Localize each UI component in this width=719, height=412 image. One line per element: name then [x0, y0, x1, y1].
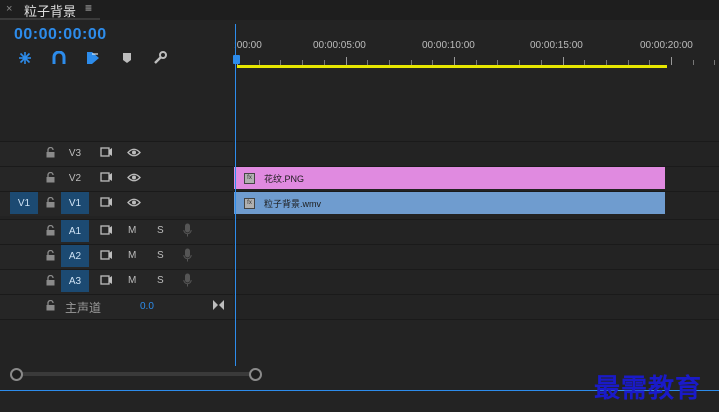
track-header-v3 [0, 141, 233, 166]
track-header-v2 [0, 166, 233, 191]
timeline-track-a1[interactable] [234, 219, 719, 244]
timeline-track-v3[interactable] [234, 141, 719, 166]
mute-button[interactable]: M [128, 250, 136, 261]
clip-pattern-png[interactable]: fx 花纹.PNG [234, 167, 665, 189]
timeline-track-a3[interactable] [234, 269, 719, 294]
sync-lock-icon[interactable] [100, 250, 113, 263]
lock-icon[interactable] [46, 274, 55, 289]
settings-wrench-icon[interactable] [152, 50, 168, 66]
marker-icon[interactable] [119, 50, 135, 66]
source-patch-v1[interactable]: V1 [10, 192, 38, 214]
solo-button[interactable]: S [157, 250, 164, 261]
ruler-tick [693, 60, 694, 65]
timeline-track-a2[interactable] [234, 244, 719, 269]
solo-button[interactable]: S [157, 275, 164, 286]
ruler-tick [563, 57, 564, 65]
tab-underline [0, 18, 100, 20]
ruler-tick [454, 57, 455, 65]
track-divider [0, 319, 719, 320]
close-icon[interactable]: × [6, 3, 12, 15]
add-marker-icon[interactable] [85, 50, 101, 66]
scrollbar-right-handle[interactable] [249, 368, 262, 381]
solo-button[interactable]: S [157, 225, 164, 236]
track-target-a2[interactable]: A2 [61, 245, 89, 267]
ruler-tick [346, 57, 347, 65]
fx-badge-icon: fx [244, 172, 255, 184]
playhead-timecode[interactable]: 00:00:00:00 [14, 26, 107, 44]
lock-icon[interactable] [46, 171, 55, 186]
lock-icon[interactable] [46, 146, 55, 161]
master-volume-value[interactable]: 0.0 [140, 301, 154, 312]
mute-button[interactable]: M [128, 275, 136, 286]
sync-lock-icon[interactable] [100, 225, 113, 238]
watermark-logo: 最需教育 [594, 374, 703, 404]
linked-selection-icon[interactable] [51, 50, 67, 66]
eye-icon[interactable] [127, 198, 141, 210]
ruler-label-10: 00:00:10:00 [422, 40, 475, 51]
playhead-line[interactable] [235, 24, 236, 366]
clip-name: 粒子背景.wmv [264, 198, 321, 209]
lock-icon[interactable] [46, 224, 55, 239]
eye-icon[interactable] [127, 148, 141, 160]
go-to-in-out-icon[interactable] [213, 297, 224, 315]
lock-icon[interactable] [46, 196, 55, 211]
sync-lock-icon[interactable] [100, 197, 113, 210]
lock-icon[interactable] [46, 299, 55, 314]
clip-name: 花纹.PNG [264, 173, 305, 184]
scrollbar-left-handle[interactable] [10, 368, 23, 381]
menu-icon[interactable]: ≡ [85, 1, 92, 15]
ruler-label-0: :00:00 [234, 40, 262, 51]
playhead-handle[interactable] [233, 55, 240, 64]
track-header-a3 [0, 269, 233, 294]
track-header-master [0, 294, 233, 319]
ruler-label-5: 00:00:05:00 [313, 40, 366, 51]
sync-lock-icon[interactable] [100, 275, 113, 288]
sync-lock-icon[interactable] [100, 147, 113, 160]
mute-button[interactable]: M [128, 225, 136, 236]
snap-icon[interactable] [17, 50, 33, 66]
sync-lock-icon[interactable] [100, 172, 113, 185]
track-header-a2 [0, 244, 233, 269]
fx-badge-icon: fx [244, 197, 255, 209]
ruler-tick [714, 60, 715, 65]
timeline-track-master[interactable] [234, 294, 719, 319]
microphone-icon[interactable] [183, 223, 192, 240]
horizontal-scrollbar[interactable] [14, 372, 254, 376]
clip-particle-bg-wmv[interactable]: fx 粒子背景.wmv [234, 192, 665, 214]
lock-icon[interactable] [46, 249, 55, 264]
microphone-icon[interactable] [183, 248, 192, 265]
track-target-v3[interactable]: V3 [61, 142, 89, 164]
microphone-icon[interactable] [183, 273, 192, 290]
track-target-a1[interactable]: A1 [61, 220, 89, 242]
panel-header [0, 0, 719, 20]
ruler-label-15: 00:00:15:00 [530, 40, 583, 51]
track-target-v2[interactable]: V2 [61, 167, 89, 189]
work-area-bar[interactable] [237, 65, 667, 68]
eye-icon[interactable] [127, 173, 141, 185]
ruler-label-20: 00:00:20:00 [640, 40, 693, 51]
track-target-a3[interactable]: A3 [61, 270, 89, 292]
track-header-a1 [0, 219, 233, 244]
master-track-label: 主声道 [65, 301, 102, 315]
track-target-v1[interactable]: V1 [61, 192, 89, 214]
ruler-tick [671, 57, 672, 65]
